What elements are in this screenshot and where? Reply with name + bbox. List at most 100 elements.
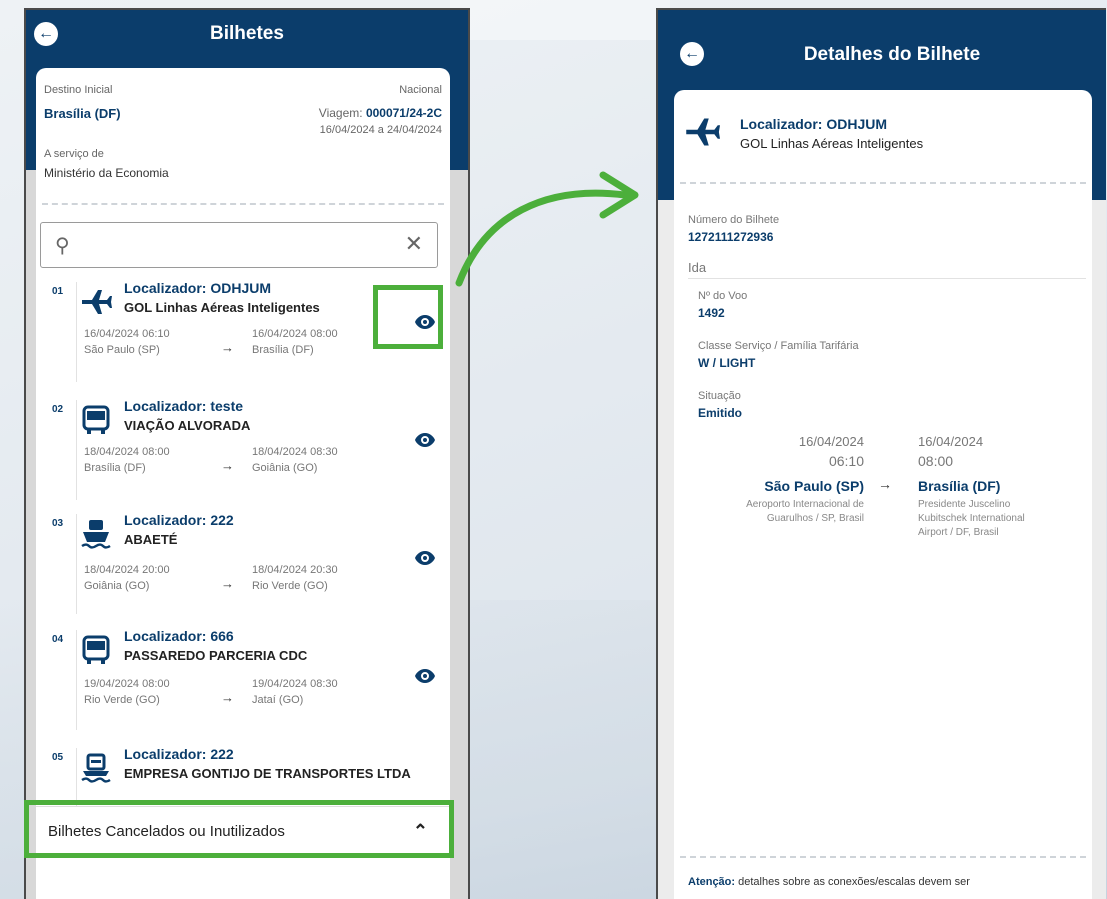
viagem-value: 000071/24-2C — [365, 106, 442, 120]
bus-icon — [82, 635, 110, 664]
divider — [42, 203, 444, 205]
list-item[interactable]: 04 Localizador: 666 PASSAREDO PARCERIA C… — [36, 628, 450, 738]
arrow-right-icon: → — [221, 690, 234, 705]
item-number: 05 — [52, 752, 64, 763]
ticket-company: VIAÇÃO ALVORADA — [124, 418, 251, 433]
departure-city: São Paulo (SP) — [764, 478, 864, 494]
arrival-datetime: 18/04/2024 08:30 — [252, 446, 338, 458]
item-number: 03 — [52, 518, 64, 529]
highlight-box — [373, 285, 443, 349]
ticket-locator: Localizador: 222 — [124, 746, 234, 762]
status-value: Emitido — [698, 406, 742, 420]
trip-period: 16/04/2024 a 24/04/2024 — [319, 124, 442, 136]
arrival-airport: Kubitschek International — [918, 513, 1025, 524]
departure-datetime: 19/04/2024 08:00 — [84, 678, 170, 690]
view-details-eye-icon[interactable] — [414, 432, 436, 448]
item-number: 01 — [52, 286, 64, 297]
airplane-icon — [82, 290, 112, 314]
divider — [76, 514, 77, 614]
section-ida-label: Ida — [688, 260, 707, 275]
departure-date: 16/04/2024 — [798, 434, 864, 449]
service-class-label: Classe Serviço / Família Tarifária — [698, 340, 859, 352]
divider — [76, 748, 77, 806]
curved-arrow-icon — [455, 171, 639, 287]
arrival-datetime: 19/04/2024 08:30 — [252, 678, 338, 690]
ticket-details-card: Localizador: ODHJUM GOL Linhas Aéreas In… — [674, 90, 1092, 899]
divider — [76, 400, 77, 500]
arrow-right-icon: → — [221, 458, 234, 473]
servico-value: Ministério da Economia — [44, 166, 169, 180]
departure-city: Rio Verde (GO) — [84, 694, 160, 706]
ticket-company: ABAETÉ — [124, 532, 178, 547]
search-box[interactable]: ⚲ ✕ — [40, 222, 438, 268]
divider — [76, 282, 77, 382]
departure-city: Brasília (DF) — [84, 462, 146, 474]
bus-icon — [82, 405, 110, 434]
ticket-locator: Localizador: ODHJUM — [740, 116, 888, 132]
view-details-eye-icon[interactable] — [414, 550, 436, 566]
page-title: Detalhes do Bilhete — [803, 44, 981, 65]
departure-datetime: 18/04/2024 20:00 — [84, 564, 170, 576]
attention-text: detalhes sobre as conexões/escalas devem… — [738, 876, 970, 888]
viagem-label: Viagem: — [318, 106, 363, 120]
departure-city: Goiânia (GO) — [84, 580, 150, 592]
divider — [688, 278, 1086, 279]
ticket-locator: Localizador: teste — [124, 398, 244, 414]
arrival-city: Brasília (DF) — [252, 344, 314, 356]
ship-icon — [81, 520, 111, 549]
airplane-icon — [686, 118, 720, 146]
page-title: Bilhetes — [210, 23, 284, 44]
clear-icon[interactable]: ✕ — [405, 231, 423, 257]
ticket-company: GOL Linhas Aéreas Inteligentes — [740, 136, 924, 151]
arrival-datetime: 16/04/2024 08:00 — [252, 328, 338, 340]
destino-label: Destino Inicial — [44, 84, 113, 96]
trip-summary-card: Destino Inicial Brasília (DF) Nacional V… — [36, 68, 450, 210]
ticket-details-screen: ← Detalhes do Bilhete Localizador: ODHJU… — [656, 8, 1106, 899]
item-number: 04 — [52, 634, 64, 645]
ferry-icon — [81, 753, 111, 783]
trip-type: Nacional — [399, 84, 442, 96]
attention-note: Atenção: detalhes sobre as conexões/esca… — [688, 876, 970, 888]
attention-label: Atenção: — [688, 876, 736, 888]
arrival-city: Brasília (DF) — [918, 478, 1001, 494]
arrival-date: 16/04/2024 — [918, 434, 984, 449]
arrival-airport: Presidente Juscelino — [918, 499, 1011, 510]
tickets-list-screen: ← Bilhetes Destino Inicial Brasília (DF)… — [24, 8, 470, 899]
background-shape — [450, 0, 670, 40]
departure-time: 06:10 — [828, 453, 864, 469]
arrow-right-icon: → — [221, 576, 234, 591]
service-class-value: W / LIGHT — [698, 356, 756, 370]
ticket-locator: Localizador: 666 — [124, 628, 234, 644]
arrow-right-icon: → — [878, 476, 892, 492]
search-input[interactable] — [85, 233, 385, 257]
ticket-company: EMPRESA GONTIJO DE TRANSPORTES LTDA — [124, 766, 411, 781]
departure-airport: Aeroporto Internacional de — [746, 499, 864, 510]
destino-value: Brasília (DF) — [44, 106, 121, 121]
ticket-company: GOL Linhas Aéreas Inteligentes — [124, 300, 320, 315]
arrival-city: Jataí (GO) — [252, 694, 304, 706]
ticket-number-value: 1272111272936 — [688, 230, 774, 244]
arrival-city: Rio Verde (GO) — [252, 580, 328, 592]
ticket-company: PASSAREDO PARCERIA CDC — [124, 648, 308, 663]
departure-airport: Guarulhos / SP, Brasil — [766, 513, 864, 524]
divider — [76, 630, 77, 730]
arrival-datetime: 18/04/2024 20:30 — [252, 564, 338, 576]
ticket-number-label: Número do Bilhete — [688, 214, 780, 226]
highlight-box — [24, 800, 454, 858]
view-details-eye-icon[interactable] — [414, 668, 436, 684]
divider — [680, 182, 1086, 184]
flight-number-label: Nº do Voo — [698, 290, 748, 302]
list-item[interactable]: 05 Localizador: 222 EMPRESA GONTIJO DE T… — [36, 746, 450, 806]
list-item[interactable]: 03 Localizador: 222 ABAETÉ 18/04/2024 20… — [36, 512, 450, 622]
arrival-city: Goiânia (GO) — [252, 462, 318, 474]
departure-datetime: 18/04/2024 08:00 — [84, 446, 170, 458]
status-label: Situação — [698, 390, 741, 402]
servico-label: A serviço de — [44, 148, 104, 160]
arrival-time: 08:00 — [918, 453, 954, 469]
search-icon: ⚲ — [55, 235, 70, 257]
ticket-locator: Localizador: 222 — [124, 512, 234, 528]
list-item[interactable]: 02 Localizador: teste VIAÇÃO ALVORADA 18… — [36, 398, 450, 508]
flight-number-value: 1492 — [698, 306, 725, 320]
item-number: 02 — [52, 404, 64, 415]
arrival-airport: Airport / DF, Brasil — [918, 527, 999, 538]
